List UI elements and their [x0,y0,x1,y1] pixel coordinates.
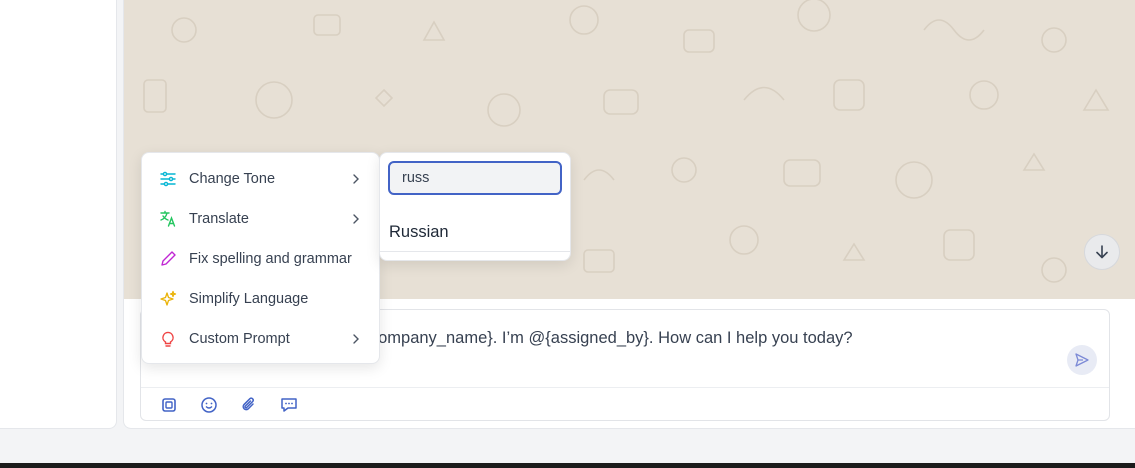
composer-toolbar [141,387,1109,420]
menu-item-custom-prompt[interactable]: Custom Prompt [142,319,379,359]
lightbulb-icon [158,329,178,349]
sparkles-icon [158,289,178,309]
emoji-icon[interactable] [199,395,219,415]
menu-item-change-tone[interactable]: Change Tone [142,159,379,199]
ai-assist-menu: Change Tone Translate Fix spelling and g… [141,152,380,364]
menu-item-simplify-language[interactable]: Simplify Language [142,279,379,319]
chevron-right-icon [350,173,362,185]
conversation-list-panel [0,0,117,429]
menu-item-translate[interactable]: Translate [142,199,379,239]
canned-response-icon[interactable] [279,395,299,415]
arrow-down-icon [1096,245,1108,259]
menu-item-label: Translate [189,211,249,227]
send-button[interactable] [1067,345,1097,375]
translate-icon [158,209,178,229]
menu-item-label: Simplify Language [189,291,309,307]
send-icon [1075,353,1089,367]
window-bottom-edge [0,463,1135,468]
language-option-label: Russian [389,223,449,241]
ai-chip-icon[interactable] [159,395,179,415]
chevron-right-icon [350,333,362,345]
menu-item-fix-spelling[interactable]: Fix spelling and grammar [142,239,379,279]
pencil-icon [158,249,178,269]
menu-item-label: Change Tone [189,171,276,187]
language-option-russian[interactable]: Russian [380,217,570,252]
scroll-to-bottom-button[interactable] [1084,234,1120,270]
language-search-input[interactable] [388,161,562,195]
sliders-icon [158,169,178,189]
menu-item-label: Fix spelling and grammar [189,251,352,267]
paperclip-icon[interactable] [239,395,259,415]
chevron-right-icon [350,213,362,225]
language-submenu: Russian [379,152,571,261]
menu-item-label: Custom Prompt [189,331,290,347]
